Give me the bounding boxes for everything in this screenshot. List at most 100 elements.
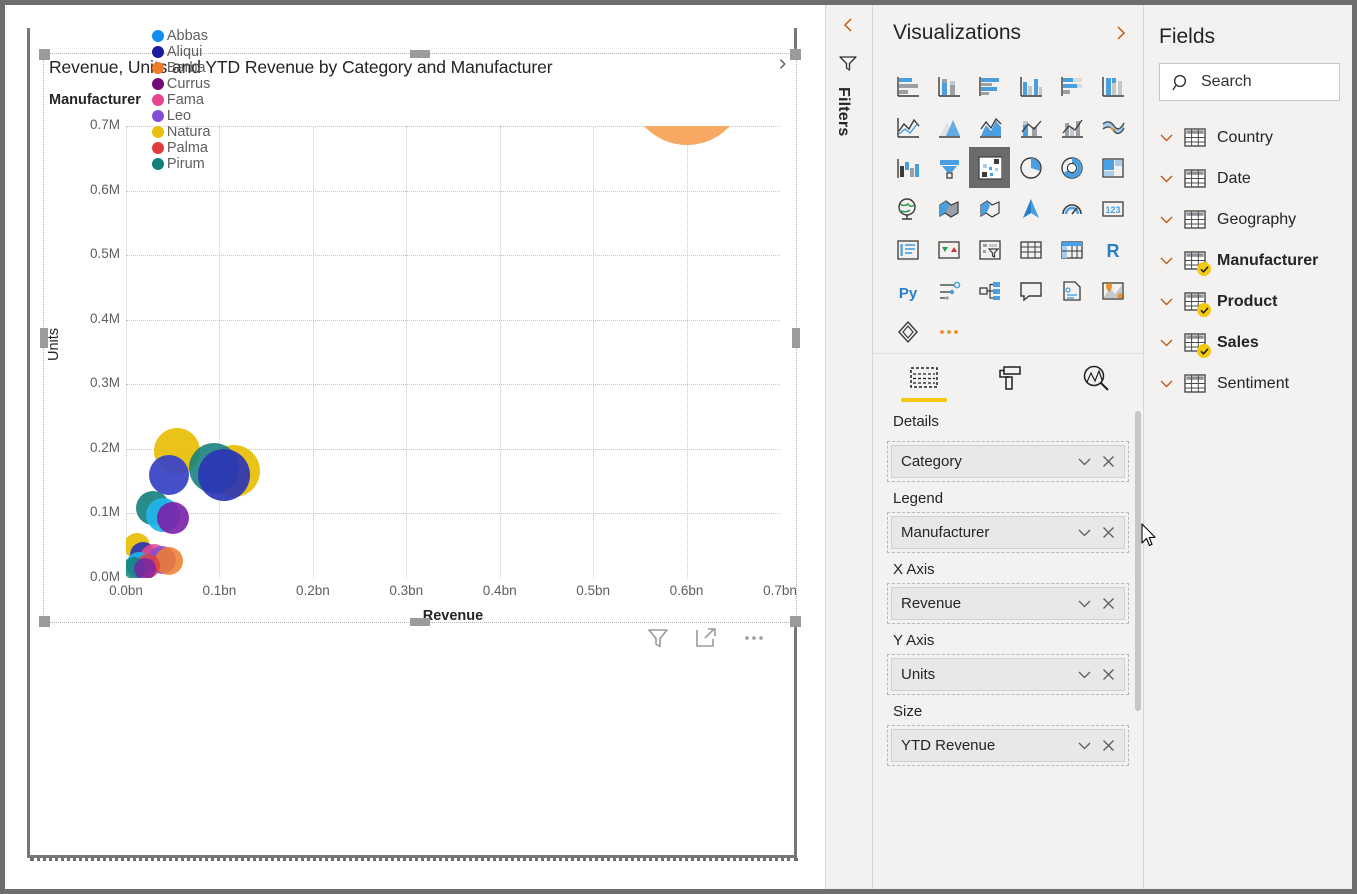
donut-chart-icon[interactable]	[1051, 147, 1092, 188]
well-drop-zone[interactable]: Units	[887, 654, 1129, 695]
field-pill[interactable]: Units	[891, 658, 1125, 691]
line-chart-icon[interactable]	[887, 106, 928, 147]
python-visual-icon[interactable]: Py	[887, 270, 928, 311]
field-wells[interactable]: Category Legend Manufacturer X Axis Revenue Y…	[873, 441, 1143, 889]
scatter-chart-icon[interactable]	[969, 147, 1010, 188]
legend-item-aliqui[interactable]: Aliqui	[151, 44, 211, 60]
qa-visual-icon[interactable]	[1010, 270, 1051, 311]
close-icon[interactable]	[1099, 736, 1118, 755]
legend-item-abbas[interactable]: Abbas	[151, 28, 211, 44]
table-icon[interactable]	[1010, 229, 1051, 270]
fields-table-list[interactable]: Country Date Geography Manufacturer Product S…	[1154, 117, 1342, 404]
chevron-right-icon[interactable]	[1111, 23, 1131, 43]
more-options-icon[interactable]	[741, 625, 767, 651]
chevron-down-icon[interactable]	[1158, 293, 1175, 310]
ribbon-chart-icon[interactable]	[1092, 106, 1133, 147]
scatter-chart-visual[interactable]: Revenue, Units and YTD Revenue by Catego…	[39, 28, 801, 627]
resize-handle-e[interactable]	[792, 328, 800, 348]
chevron-down-icon[interactable]	[1075, 594, 1094, 613]
chevron-down-icon[interactable]	[1075, 665, 1094, 684]
plot-area[interactable]	[126, 126, 780, 578]
power-apps-icon[interactable]	[887, 311, 928, 352]
scatter-bubble[interactable]	[628, 126, 745, 146]
close-icon[interactable]	[1099, 594, 1118, 613]
resize-handle-n[interactable]	[410, 50, 430, 58]
card-icon[interactable]: 123	[1092, 188, 1133, 229]
more-visuals-icon[interactable]	[928, 311, 969, 352]
well-drop-zone[interactable]: YTD Revenue	[887, 725, 1129, 766]
key-influencers-icon[interactable]	[928, 270, 969, 311]
chevron-down-icon[interactable]	[1158, 170, 1175, 187]
visualizations-pane-scrollbar[interactable]	[1135, 411, 1141, 711]
legend-item-barba[interactable]: Barba	[151, 60, 211, 76]
r-script-visual-icon[interactable]: R	[1092, 229, 1133, 270]
visual-type-gallery[interactable]: 123 R Py	[887, 65, 1133, 352]
legend-next-icon[interactable]	[776, 56, 790, 72]
focus-mode-icon[interactable]	[693, 625, 719, 651]
chevron-left-icon[interactable]	[838, 15, 858, 35]
well-drop-zone[interactable]: Revenue	[887, 583, 1129, 624]
map-icon[interactable]	[887, 188, 928, 229]
well-drop-zone[interactable]: Category	[887, 441, 1129, 482]
scatter-bubble[interactable]	[198, 448, 251, 501]
field-table-row-manufacturer[interactable]: Manufacturer	[1154, 240, 1342, 281]
field-table-row-product[interactable]: Product	[1154, 281, 1342, 322]
scatter-bubble[interactable]	[133, 557, 156, 578]
funnel-chart-icon[interactable]	[928, 147, 969, 188]
search-input[interactable]: Search	[1159, 63, 1340, 101]
legend-item-fama[interactable]: Fama	[151, 92, 211, 108]
field-table-row-country[interactable]: Country	[1154, 117, 1342, 158]
area-chart-icon[interactable]	[928, 106, 969, 147]
field-pill[interactable]: Revenue	[891, 587, 1125, 620]
multi-row-card-icon[interactable]	[887, 229, 928, 270]
resize-handle-sw[interactable]	[39, 616, 50, 627]
well-drop-zone[interactable]: Manufacturer	[887, 512, 1129, 553]
close-icon[interactable]	[1099, 452, 1118, 471]
clustered-bar-chart-icon[interactable]	[969, 65, 1010, 106]
waterfall-chart-icon[interactable]	[887, 147, 928, 188]
filled-map-icon[interactable]	[928, 188, 969, 229]
treemap-icon[interactable]	[1092, 147, 1133, 188]
arcgis-map-icon[interactable]	[1010, 188, 1051, 229]
resize-handle-w[interactable]	[40, 328, 48, 348]
chevron-down-icon[interactable]	[1075, 736, 1094, 755]
kpi-icon[interactable]	[928, 229, 969, 270]
chevron-down-icon[interactable]	[1075, 523, 1094, 542]
stacked-column-chart-icon[interactable]	[928, 65, 969, 106]
hundred-percent-stacked-column-chart-icon[interactable]	[1092, 65, 1133, 106]
chevron-down-icon[interactable]	[1158, 211, 1175, 228]
field-table-row-geography[interactable]: Geography	[1154, 199, 1342, 240]
field-table-row-sales[interactable]: Sales	[1154, 322, 1342, 363]
hundred-percent-stacked-bar-chart-icon[interactable]	[1051, 65, 1092, 106]
decomposition-tree-icon[interactable]	[969, 270, 1010, 311]
resize-handle-s[interactable]	[410, 618, 430, 626]
slicer-icon[interactable]	[969, 229, 1010, 270]
format-tab[interactable]	[987, 361, 1033, 402]
gauge-icon[interactable]	[1051, 188, 1092, 229]
fields-pane[interactable]: Fields Search Country Date Geography Manufa…	[1143, 5, 1352, 889]
filter-icon[interactable]	[838, 53, 858, 73]
paginated-report-icon[interactable]	[1092, 270, 1133, 311]
resize-handle-nw[interactable]	[39, 49, 50, 60]
field-pill[interactable]: Manufacturer	[891, 516, 1125, 549]
smart-narrative-icon[interactable]	[1051, 270, 1092, 311]
stacked-bar-chart-icon[interactable]	[887, 65, 928, 106]
analytics-tab[interactable]	[1073, 361, 1119, 402]
matrix-icon[interactable]	[1051, 229, 1092, 270]
chevron-down-icon[interactable]	[1158, 129, 1175, 146]
legend-item-currus[interactable]: Currus	[151, 76, 211, 92]
line-stacked-column-chart-icon[interactable]	[1010, 106, 1051, 147]
line-clustered-column-chart-icon[interactable]	[1051, 106, 1092, 147]
close-icon[interactable]	[1099, 665, 1118, 684]
stacked-area-chart-icon[interactable]	[969, 106, 1010, 147]
chevron-down-icon[interactable]	[1075, 452, 1094, 471]
resize-handle-ne[interactable]	[790, 49, 801, 60]
chevron-down-icon[interactable]	[1158, 375, 1175, 392]
field-pill[interactable]: Category	[891, 445, 1125, 478]
filters-pane-collapsed[interactable]: Filters	[825, 5, 872, 889]
field-table-row-date[interactable]: Date	[1154, 158, 1342, 199]
report-canvas-area[interactable]: Revenue, Units and YTD Revenue by Catego…	[5, 5, 825, 889]
close-icon[interactable]	[1099, 523, 1118, 542]
chevron-down-icon[interactable]	[1158, 252, 1175, 269]
chevron-down-icon[interactable]	[1158, 334, 1175, 351]
